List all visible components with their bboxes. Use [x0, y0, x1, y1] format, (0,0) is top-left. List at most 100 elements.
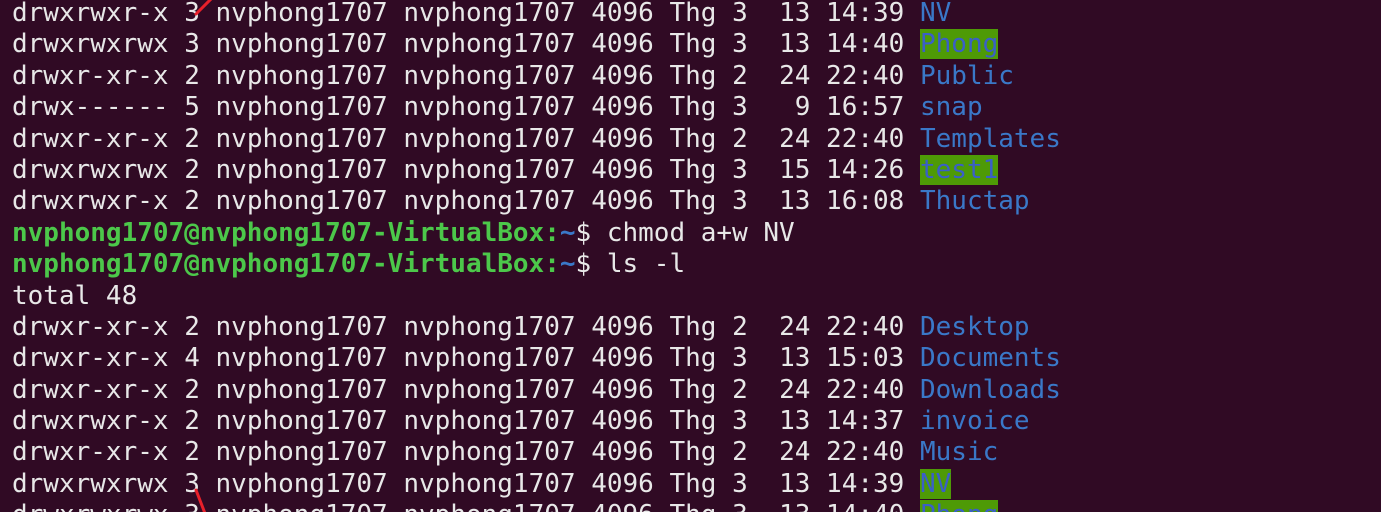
directory-name: Downloads: [919, 374, 1061, 405]
file-permissions: drwxrwxrwx: [12, 154, 169, 185]
file-month: Thg 3: [669, 0, 748, 28]
prompt-line: nvphong1707@nvphong1707-VirtualBox:~$ ls…: [12, 249, 1061, 280]
file-day: 13: [779, 186, 811, 217]
prompt-sign: $: [575, 249, 607, 280]
ls-entry-row: drwxrwxr-x 3 nvphong1707 nvphong1707 409…: [12, 0, 1061, 29]
file-group: nvphong1707: [403, 29, 576, 60]
file-owner: nvphong1707: [215, 406, 388, 437]
file-day: 13: [779, 0, 811, 28]
file-day: 15: [779, 154, 811, 185]
link-count: 2: [184, 311, 200, 342]
ls-entry-row: drwxrwxrwx 2 nvphong1707 nvphong1707 409…: [12, 154, 1061, 186]
ls-entry-row: drwx------ 5 nvphong1707 nvphong1707 409…: [12, 92, 1061, 123]
directory-name: test1: [919, 154, 999, 185]
file-group: nvphong1707: [403, 60, 576, 91]
file-month: Thg 3: [669, 468, 748, 499]
file-month: Thg 3: [669, 406, 748, 437]
file-group: nvphong1707: [403, 311, 576, 342]
directory-name: Music: [919, 437, 999, 468]
directory-name: NV: [919, 0, 952, 28]
file-time: 14:26: [826, 154, 905, 185]
file-permissions: drwxr-xr-x: [12, 343, 169, 374]
prompt-sign: $: [575, 217, 607, 248]
file-month: Thg 3: [669, 186, 748, 217]
file-group: nvphong1707: [403, 186, 576, 217]
link-count: 2: [184, 406, 200, 437]
file-day: 13: [779, 29, 811, 60]
ls-entry-row: drwxrwxr-x 2 nvphong1707 nvphong1707 409…: [12, 186, 1061, 217]
file-owner: nvphong1707: [215, 60, 388, 91]
file-group: nvphong1707: [403, 343, 576, 374]
directory-name: Phong: [919, 500, 999, 512]
link-count: 3: [184, 468, 200, 499]
directory-name: snap: [919, 92, 983, 123]
file-size: 4096: [591, 92, 654, 123]
file-permissions: drwx------: [12, 92, 169, 123]
file-permissions: drwxr-xr-x: [12, 437, 169, 468]
output-line: total 48: [12, 281, 1061, 312]
link-count: 4: [184, 343, 200, 374]
file-time: 22:40: [826, 123, 905, 154]
file-time: 22:40: [826, 374, 905, 405]
ls-entry-row: drwxr-xr-x 2 nvphong1707 nvphong1707 409…: [12, 312, 1061, 343]
terminal-output: drwxrwxr-x 3 nvphong1707 nvphong1707 409…: [12, 0, 1061, 512]
file-group: nvphong1707: [403, 0, 576, 28]
file-month: Thg 2: [669, 311, 748, 342]
link-count: 2: [184, 123, 200, 154]
file-group: nvphong1707: [403, 468, 576, 499]
ls-entry-row: drwxr-xr-x 2 nvphong1707 nvphong1707 409…: [12, 124, 1061, 155]
link-count: 3: [184, 0, 200, 28]
file-day: 13: [779, 406, 811, 437]
command-text: chmod a+w NV: [606, 217, 795, 248]
file-size: 4096: [591, 29, 654, 60]
file-permissions: drwxrwxr-x: [12, 186, 169, 217]
directory-name: invoice: [919, 406, 1030, 437]
terminal-window[interactable]: drwxrwxr-x 3 nvphong1707 nvphong1707 409…: [0, 0, 1381, 512]
file-time: 16:08: [826, 186, 905, 217]
file-time: 14:40: [826, 29, 905, 60]
file-day: 13: [779, 500, 810, 512]
ls-entry-row: drwxr-xr-x 4 nvphong1707 nvphong1707 409…: [12, 343, 1061, 374]
file-month: Thg 2: [669, 60, 748, 91]
file-group: nvphong1707: [403, 374, 576, 405]
prompt-path: ~: [559, 217, 576, 248]
file-owner: nvphong1707: [215, 468, 388, 499]
file-permissions: drwxrwxrwx: [12, 29, 169, 60]
file-owner: nvphong1707: [216, 500, 388, 512]
file-owner: nvphong1707: [215, 123, 388, 154]
link-count: 5: [184, 92, 200, 123]
directory-name: Documents: [919, 343, 1061, 374]
file-month: Thg 2: [669, 374, 748, 405]
file-time: 14:39: [826, 0, 905, 28]
directory-name: Desktop: [919, 311, 1030, 342]
file-permissions: drwxrwxrwx: [12, 500, 169, 512]
file-time: 22:40: [826, 311, 905, 342]
file-size: 4096: [591, 0, 654, 28]
file-month: Thg 3: [669, 92, 748, 123]
command-text: ls -l: [606, 249, 686, 280]
file-owner: nvphong1707: [215, 437, 388, 468]
file-owner: nvphong1707: [215, 29, 388, 60]
directory-name: NV: [919, 468, 952, 499]
file-owner: nvphong1707: [215, 311, 388, 342]
file-permissions: drwxr-xr-x: [12, 311, 169, 342]
file-size: 4096: [591, 500, 654, 512]
link-count: 2: [184, 186, 200, 217]
file-owner: nvphong1707: [215, 0, 388, 28]
ls-entry-row: drwxrwxrwx 3 nvphong1707 nvphong1707 409…: [12, 29, 1061, 60]
file-group: nvphong1707: [403, 92, 576, 123]
link-count: 2: [184, 374, 200, 405]
ls-entry-row: drwxrwxr-x 2 nvphong1707 nvphong1707 409…: [12, 406, 1061, 437]
file-day: 24: [779, 60, 811, 91]
file-size: 4096: [591, 374, 654, 405]
file-day: 24: [779, 123, 811, 154]
directory-name: Thuctap: [919, 186, 1030, 217]
file-size: 4096: [591, 311, 654, 342]
directory-name: Templates: [919, 123, 1061, 154]
file-permissions: drwxrwxrwx: [12, 468, 169, 499]
file-size: 4096: [591, 186, 654, 217]
file-permissions: drwxr-xr-x: [12, 374, 169, 405]
link-count: 3: [184, 29, 200, 60]
link-count: 2: [184, 154, 200, 185]
file-day: 13: [779, 468, 811, 499]
